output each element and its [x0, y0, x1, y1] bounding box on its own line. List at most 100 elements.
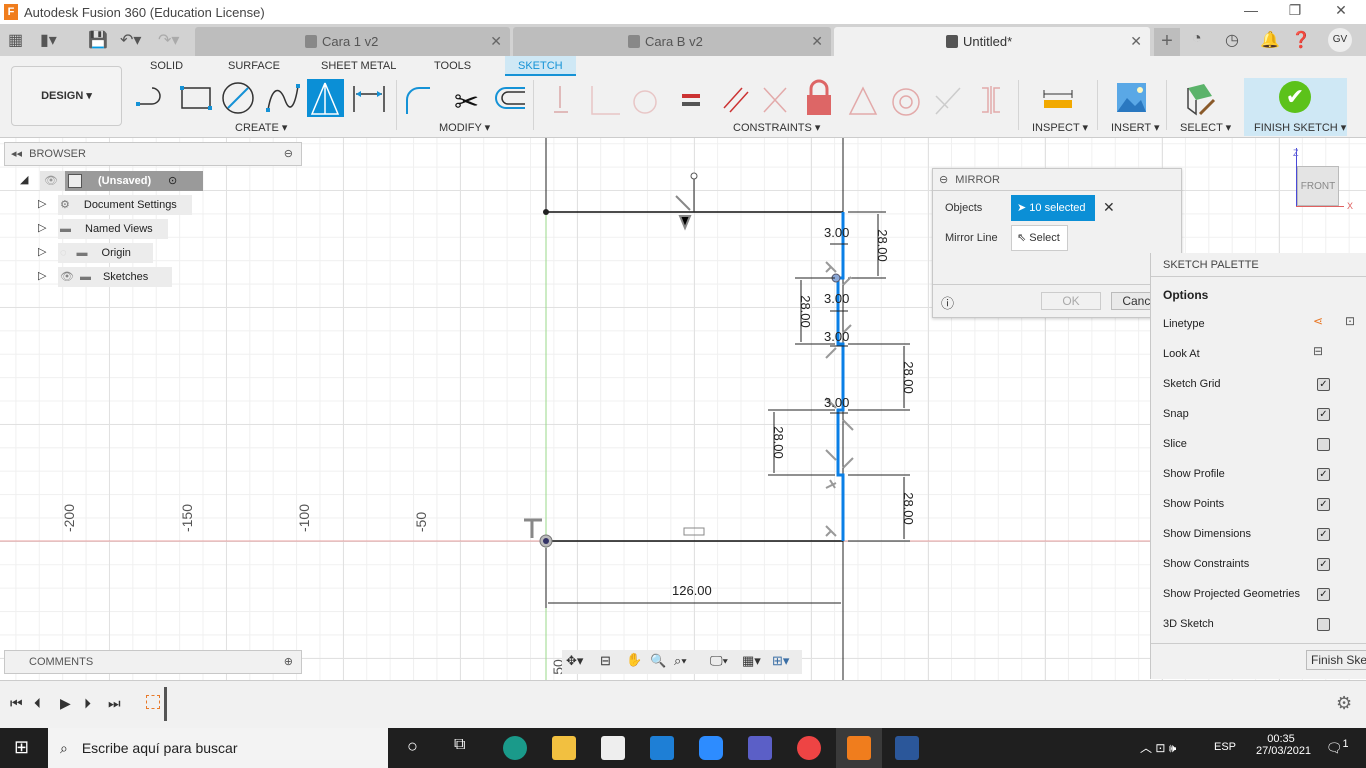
visibility-eye-icon[interactable]: 👁 [44, 171, 58, 191]
dimension-thickness-1[interactable]: 3.00 [824, 225, 849, 240]
palette-option-checkbox[interactable]: ✓ [1317, 378, 1330, 391]
comments-panel-header[interactable]: COMMENTS ⊕ [4, 650, 302, 674]
constraints-menu[interactable]: CONSTRAINTS ▾ [733, 121, 820, 134]
teams-icon[interactable] [748, 736, 772, 760]
history-clock-icon[interactable]: ◷ [1225, 30, 1239, 50]
circle-tool-icon[interactable] [222, 82, 254, 114]
info-icon[interactable]: ⓘ [941, 293, 954, 312]
finish-sketch-menu[interactable]: FINISH SKETCH ▾ [1254, 121, 1346, 134]
browser-item-named-views[interactable]: ▬ Named Views [58, 219, 168, 239]
hidden-eye-icon[interactable]: ◌ [60, 247, 67, 259]
palette-option-checkbox[interactable]: ✓ [1317, 408, 1330, 421]
visibility-eye-icon[interactable]: 👁 [60, 271, 74, 283]
undo-icon[interactable]: ↶▾ [120, 30, 141, 50]
cortana-icon[interactable]: ○ [407, 736, 418, 757]
go-to-start-icon[interactable]: ⏮ [10, 695, 23, 712]
palette-option-checkbox[interactable]: ✓ [1317, 468, 1330, 481]
palette-option-checkbox[interactable]: ✓ [1317, 498, 1330, 511]
notifications-bell-icon[interactable]: 🔔 [1260, 30, 1280, 50]
zoom-app-icon[interactable] [699, 736, 723, 760]
palette-option-checkbox[interactable] [1317, 438, 1330, 451]
palette-option-checkbox[interactable]: ✓ [1317, 528, 1330, 541]
line-tool-icon[interactable] [136, 87, 161, 106]
chrome-icon[interactable] [797, 736, 821, 760]
collapse-icon[interactable]: ◂◂ [11, 148, 22, 160]
display-settings-icon[interactable]: 🖵▾ [710, 653, 728, 669]
tray-icons[interactable]: ︿ ⊡ 🕪 [1140, 739, 1176, 756]
new-tab-button[interactable]: + [1154, 28, 1180, 56]
windows-start-icon[interactable]: ⊞ [14, 737, 29, 758]
coincident-constraint-icon[interactable] [935, 87, 961, 115]
expand-panel-icon[interactable]: ⊕ [284, 651, 293, 673]
select-tool-icon[interactable] [1187, 84, 1216, 116]
browser-item-origin[interactable]: ◌ ▬ Origin [58, 243, 153, 263]
restore-button[interactable]: ❐ [1280, 2, 1310, 19]
save-icon[interactable]: 💾 [88, 30, 108, 50]
expand-icon[interactable]: ▷ [38, 269, 46, 282]
finish-sketch-palette-button[interactable]: Finish Sketch [1306, 650, 1366, 670]
modify-menu[interactable]: MODIFY ▾ [439, 121, 490, 134]
taskbar-search[interactable]: ⌕ Escribe aquí para buscar [48, 728, 388, 768]
palette-option-checkbox[interactable]: ✓ [1317, 588, 1330, 601]
fillet-tool-icon[interactable] [406, 87, 430, 114]
job-status-icon[interactable]: ◔ [1192, 30, 1202, 48]
language-indicator[interactable]: ESP [1214, 741, 1236, 753]
clear-selection-icon[interactable]: ✕ [1103, 199, 1115, 216]
palette-option-checkbox[interactable] [1317, 618, 1330, 631]
inspect-menu[interactable]: INSPECT ▾ [1032, 121, 1088, 134]
concentric-constraint-icon[interactable] [892, 88, 920, 116]
objects-selection-button[interactable]: ➤ 10 selected [1011, 195, 1095, 221]
tab-solid[interactable]: SOLID [150, 60, 183, 72]
redo-icon[interactable]: ↷▾ [158, 30, 179, 50]
fusion-taskbar-button[interactable] [836, 728, 882, 768]
dimension-height-5[interactable]: 28.00 [901, 492, 916, 525]
browser-item-sketches[interactable]: 👁 ▬ Sketches [58, 267, 172, 287]
constraint-icons[interactable] [554, 86, 657, 115]
trim-scissors-icon[interactable]: ✂ [454, 86, 479, 119]
viewcube[interactable]: FRONT [1297, 166, 1339, 206]
select-menu[interactable]: SELECT ▾ [1180, 121, 1231, 134]
browser-root[interactable]: 👁 (Unsaved) ⊙ [40, 171, 203, 191]
minimize-panel-icon[interactable]: ⊖ [284, 143, 293, 165]
collapse-dialog-icon[interactable]: ⊖ [939, 174, 948, 186]
close-tab-icon[interactable]: ✕ [811, 33, 823, 50]
step-back-icon[interactable]: ⏴ [34, 695, 41, 712]
browser-panel-header[interactable]: ◂◂ BROWSER ⊖ [4, 142, 302, 166]
go-to-end-icon[interactable]: ⏭ [108, 695, 121, 712]
store-icon[interactable] [601, 736, 625, 760]
rectangle-tool-icon[interactable] [180, 86, 212, 110]
activate-radio-icon[interactable]: ⊙ [168, 171, 177, 191]
look-at-icon[interactable]: ⊟ [600, 653, 611, 669]
dimension-height-2[interactable]: 28.00 [798, 295, 813, 328]
dimension-thickness-2[interactable]: 3.00 [824, 291, 849, 306]
tab-tools[interactable]: TOOLS [434, 60, 471, 72]
dimension-thickness-3[interactable]: 3.00 [824, 329, 849, 344]
parallel-constraint-icon[interactable] [723, 87, 749, 113]
dimension-thickness-4[interactable]: 3.00 [824, 395, 849, 410]
zoom-icon[interactable]: 🔍 [650, 653, 666, 669]
user-avatar[interactable]: GV [1328, 28, 1352, 52]
palette-option-checkbox[interactable]: ✓ [1317, 558, 1330, 571]
dimension-height-3[interactable]: 28.00 [901, 361, 916, 394]
expand-icon[interactable]: ▷ [38, 245, 46, 258]
sketch-feature-icon[interactable] [146, 695, 160, 709]
task-view-icon[interactable]: ⧉ [454, 736, 465, 754]
tab-cara-b[interactable]: Cara B v2 ✕ [513, 27, 831, 56]
browser-item-document-settings[interactable]: ⚙ Document Settings [58, 195, 192, 215]
tab-sheet-metal[interactable]: SHEET METAL [321, 60, 396, 72]
tab-surface[interactable]: SURFACE [228, 60, 280, 72]
dimension-height-1[interactable]: 28.00 [875, 229, 890, 262]
ok-button[interactable]: OK [1041, 292, 1101, 310]
expand-icon[interactable]: ▷ [38, 221, 46, 234]
app-grid-icon[interactable]: ▦ [8, 30, 23, 50]
viewports-icon[interactable]: ⊞▾ [772, 653, 789, 669]
tab-untitled[interactable]: Untitled* ✕ [834, 27, 1150, 56]
dimension-tool-icon[interactable] [353, 86, 385, 112]
look-at-icon[interactable]: ⊟ [1313, 344, 1323, 358]
help-icon[interactable]: ❓ [1291, 30, 1311, 50]
perpendicular-constraint-icon[interactable] [763, 87, 787, 113]
step-forward-icon[interactable]: ⏵ [84, 695, 91, 712]
play-icon[interactable]: ▶ [60, 695, 71, 712]
clock[interactable]: 00:35 27/03/2021 [1256, 733, 1311, 757]
file-menu-icon[interactable]: ▮▾ [40, 30, 57, 50]
